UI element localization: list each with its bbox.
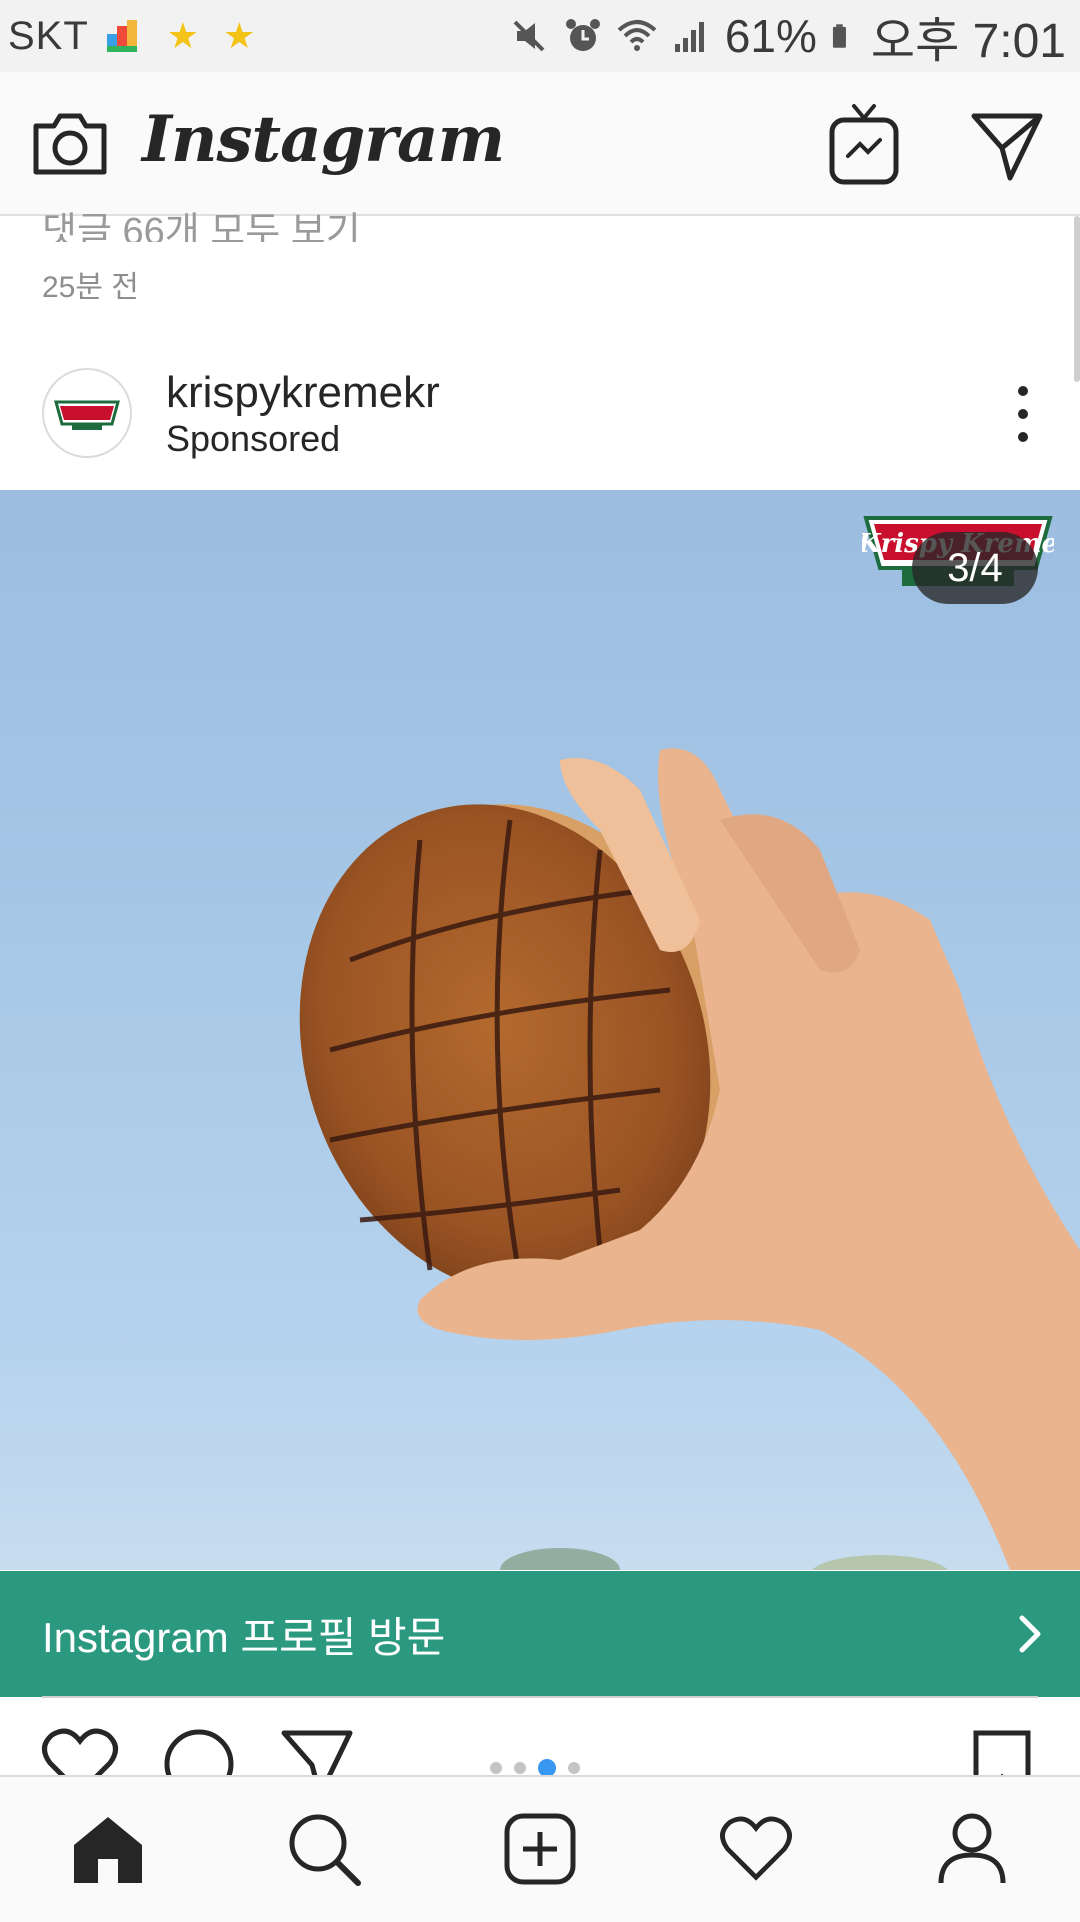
app-header: Instagram xyxy=(0,72,1080,216)
search-icon xyxy=(289,1814,361,1886)
camera-icon[interactable] xyxy=(30,108,110,180)
carousel-indicator xyxy=(490,1759,580,1775)
previous-post-timestamp: 25분 전 xyxy=(42,271,139,304)
carousel-dot xyxy=(568,1762,580,1774)
carousel-dot xyxy=(514,1762,526,1774)
signal-icon xyxy=(674,22,704,52)
bottom-nav xyxy=(0,1775,1080,1922)
nav-home[interactable] xyxy=(66,1807,150,1891)
activity-icon xyxy=(720,1816,792,1881)
chevron-right-icon xyxy=(1019,1615,1041,1653)
mute-icon xyxy=(513,20,545,52)
post-header: krispykremekr Sponsored xyxy=(0,350,1080,490)
nav-activity[interactable] xyxy=(714,1807,798,1891)
image-counter: 3/4 xyxy=(912,532,1038,604)
divider xyxy=(42,1696,1038,1698)
home-icon xyxy=(74,1817,142,1883)
nav-search[interactable] xyxy=(282,1807,366,1891)
username[interactable]: krispykremekr xyxy=(166,368,440,418)
post-actions xyxy=(0,1715,1080,1775)
app-title: Instagram xyxy=(142,102,505,177)
alarm-icon xyxy=(565,19,600,51)
clock: 오후 7:01 xyxy=(870,15,1066,68)
view-all-comments-link[interactable]: 댓글 66개 모두 보기 xyxy=(42,200,361,242)
battery-percent: 61% xyxy=(724,10,817,62)
comment-icon[interactable] xyxy=(162,1727,236,1775)
star-icon: ★ xyxy=(223,15,256,56)
star-icon: ★ xyxy=(166,15,200,56)
carousel-dot xyxy=(490,1762,502,1774)
profile-icon xyxy=(938,1813,1006,1884)
donut-photo xyxy=(299,748,1080,1570)
nav-profile[interactable] xyxy=(930,1807,1014,1891)
sponsored-label: Sponsored xyxy=(166,418,341,459)
status-bar: SKT ★ ★ 61% 오후 7:01 xyxy=(0,0,1080,72)
nav-new-post[interactable] xyxy=(498,1807,582,1891)
share-icon[interactable] xyxy=(280,1727,354,1775)
visit-profile-button[interactable]: Instagram 프로필 방문 xyxy=(0,1571,1080,1697)
wifi-icon xyxy=(617,20,657,51)
avatar[interactable] xyxy=(42,368,132,458)
more-options-icon[interactable] xyxy=(1008,386,1038,442)
igtv-icon[interactable] xyxy=(828,102,900,186)
new-post-icon xyxy=(504,1813,576,1885)
heart-icon[interactable] xyxy=(40,1727,120,1775)
bookmark-icon[interactable] xyxy=(970,1729,1034,1775)
carrier-label: SKT xyxy=(8,13,89,58)
direct-message-icon[interactable] xyxy=(970,110,1044,182)
cta-label: Instagram 프로필 방문 xyxy=(42,1613,446,1661)
carousel-dot-active xyxy=(538,1759,556,1775)
app-stack-icon xyxy=(106,20,137,52)
krispy-kreme-logo-icon xyxy=(54,400,120,430)
post-image[interactable]: Krispy Kreme 3/4 xyxy=(0,490,1080,1570)
battery-icon xyxy=(832,24,846,48)
